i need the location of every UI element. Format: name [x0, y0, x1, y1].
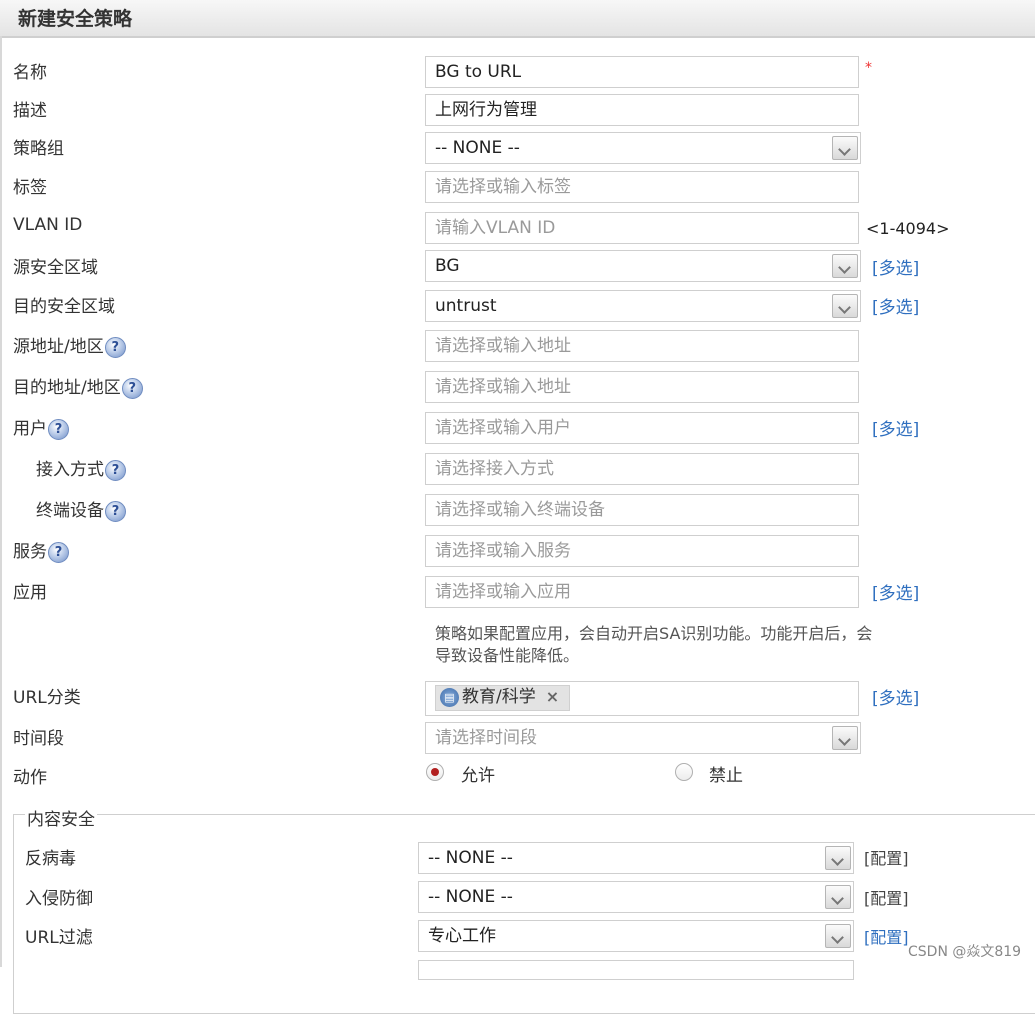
time-placeholder: 请选择时间段	[435, 728, 537, 748]
src-zone-label: 源安全区域	[13, 258, 98, 278]
chevron-down-icon[interactable]	[832, 254, 858, 278]
ips-label: 入侵防御	[25, 889, 93, 909]
help-icon[interactable]: ?	[105, 500, 126, 522]
chevron-down-icon[interactable]	[825, 924, 851, 948]
help-icon[interactable]: ?	[105, 459, 126, 481]
dst-zone-value: untrust	[435, 296, 497, 316]
url-category-label: URL分类	[13, 688, 81, 708]
panel-divider	[0, 36, 1035, 38]
ips-value: -- NONE --	[428, 887, 513, 907]
required-mark: *	[865, 60, 872, 76]
app-label: 应用	[13, 583, 47, 603]
content-security-legend: 内容安全	[25, 805, 97, 830]
chevron-down-icon[interactable]	[825, 846, 851, 870]
user-input[interactable]: 请选择或输入用户	[425, 412, 859, 444]
antivirus-config-link[interactable]: [配置]	[864, 845, 909, 869]
allow-label[interactable]: 允许	[461, 761, 495, 786]
user-label: 用户?	[13, 414, 69, 440]
chevron-down-icon[interactable]	[832, 726, 858, 750]
category-icon: ▤	[440, 687, 459, 707]
deny-radio[interactable]	[675, 763, 693, 781]
tag-label: 标签	[13, 178, 47, 198]
ips-select[interactable]: -- NONE --	[418, 881, 854, 913]
description-input[interactable]: 上网行为管理	[425, 94, 859, 126]
time-select[interactable]: 请选择时间段	[425, 722, 861, 754]
service-label: 服务?	[13, 537, 69, 563]
src-zone-value: BG	[435, 256, 460, 276]
access-label: 接入方式?	[36, 455, 126, 481]
help-icon[interactable]: ?	[48, 418, 69, 440]
terminal-label-text: 终端设备	[36, 501, 104, 521]
chevron-down-icon[interactable]	[825, 885, 851, 909]
app-input[interactable]: 请选择或输入应用	[425, 576, 859, 608]
policy-group-label: 策略组	[13, 139, 64, 159]
url-filter-value: 专心工作	[428, 926, 496, 946]
name-label: 名称	[13, 63, 47, 83]
service-label-text: 服务	[13, 542, 47, 562]
user-label-text: 用户	[13, 419, 47, 439]
watermark: CSDN @焱文819	[908, 944, 1022, 960]
app-note: 策略如果配置应用，会自动开启SA识别功能。功能开启后，会导致设备性能降低。	[435, 624, 873, 665]
src-zone-multiselect-link[interactable]: [多选]	[872, 254, 919, 279]
help-icon[interactable]: ?	[104, 336, 126, 358]
src-addr-input[interactable]: 请选择或输入地址	[425, 330, 859, 362]
user-multiselect-link[interactable]: [多选]	[872, 415, 919, 440]
dst-zone-multiselect-link[interactable]: [多选]	[872, 293, 919, 318]
policy-group-value: -- NONE --	[435, 138, 520, 158]
remove-tag-icon[interactable]: ×	[546, 687, 559, 706]
url-category-tag: ▤ 教育/科学 ×	[435, 685, 571, 711]
help-icon[interactable]: ?	[48, 541, 69, 563]
chevron-down-icon[interactable]	[832, 294, 858, 318]
action-label: 动作	[13, 768, 47, 788]
vlan-input[interactable]: 请输入VLAN ID	[425, 212, 859, 244]
url-filter-config-link[interactable]: [配置]	[864, 924, 909, 948]
antivirus-value: -- NONE --	[428, 848, 513, 868]
app-multiselect-link[interactable]: [多选]	[872, 579, 919, 604]
tag-input[interactable]: 请选择或输入标签	[425, 171, 859, 203]
deny-label[interactable]: 禁止	[709, 761, 743, 786]
policy-group-select[interactable]: -- NONE --	[425, 132, 861, 164]
url-filter-select[interactable]: 专心工作	[418, 920, 854, 952]
description-label: 描述	[13, 101, 47, 121]
antivirus-label: 反病毒	[25, 849, 76, 869]
dst-addr-label: 目的地址/地区?	[13, 373, 143, 399]
panel-left-border	[0, 36, 2, 967]
access-input[interactable]: 请选择接入方式	[425, 453, 859, 485]
src-zone-select[interactable]: BG	[425, 250, 861, 282]
url-filter-label: URL过滤	[25, 928, 93, 948]
url-category-tag-text: 教育/科学	[462, 687, 536, 707]
dst-addr-input[interactable]: 请选择或输入地址	[425, 371, 859, 403]
terminal-input[interactable]: 请选择或输入终端设备	[425, 494, 859, 526]
terminal-label: 终端设备?	[36, 496, 126, 522]
ips-config-link[interactable]: [配置]	[864, 885, 909, 909]
next-row-select[interactable]	[418, 960, 854, 980]
dst-zone-label: 目的安全区域	[13, 297, 115, 317]
dst-addr-label-text: 目的地址/地区	[13, 378, 121, 398]
allow-radio[interactable]	[426, 763, 444, 781]
src-addr-label: 源地址/地区?	[13, 332, 126, 358]
antivirus-select[interactable]: -- NONE --	[418, 842, 854, 874]
chevron-down-icon[interactable]	[832, 136, 858, 160]
src-addr-label-text: 源地址/地区	[13, 337, 104, 357]
access-label-text: 接入方式	[36, 460, 104, 480]
dialog-title: 新建安全策略	[18, 8, 133, 30]
dst-zone-select[interactable]: untrust	[425, 290, 861, 322]
help-icon[interactable]: ?	[121, 377, 143, 399]
name-input[interactable]: BG to URL	[425, 56, 859, 88]
vlan-label: VLAN ID	[13, 215, 83, 235]
service-input[interactable]: 请选择或输入服务	[425, 535, 859, 567]
vlan-range-hint: <1-4094>	[866, 219, 950, 238]
time-label: 时间段	[13, 729, 64, 749]
dialog-titlebar: 新建安全策略	[0, 0, 1035, 37]
url-category-multiselect-link[interactable]: [多选]	[872, 684, 919, 709]
url-category-input[interactable]: ▤ 教育/科学 ×	[425, 681, 859, 716]
